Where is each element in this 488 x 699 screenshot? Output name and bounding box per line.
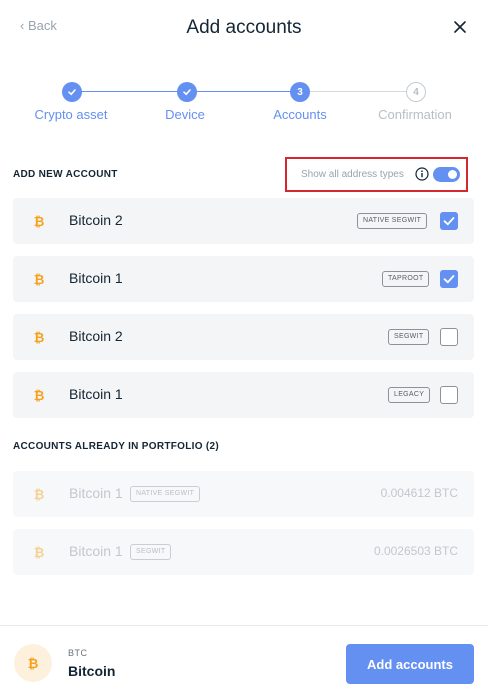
step-dot-accounts: 3 [290, 82, 310, 102]
step-label-device: Device [165, 107, 205, 122]
account-name: Bitcoin 2 [69, 328, 123, 344]
svg-text:₿: ₿ [34, 215, 45, 229]
svg-text:₿: ₿ [34, 273, 45, 287]
account-row[interactable]: ₿ Bitcoin 2 SEGWIT [13, 314, 474, 360]
address-type-badge: NATIVE SEGWIT [130, 486, 201, 502]
bitcoin-icon: ₿ [34, 389, 45, 403]
bitcoin-icon: ₿ [34, 273, 45, 287]
step-label-crypto-asset: Crypto asset [34, 107, 108, 122]
address-type-badge: TAPROOT [382, 271, 430, 287]
svg-text:₿: ₿ [34, 488, 45, 502]
stepper-line [72, 91, 187, 92]
account-row[interactable]: ₿ Bitcoin 1 LEGACY [13, 372, 474, 418]
step-dot-confirmation: 4 [406, 82, 426, 102]
show-all-address-types-control: Show all address types [285, 157, 468, 192]
bitcoin-icon: ₿ [28, 657, 39, 671]
check-icon [183, 89, 191, 96]
footer: ₿ BTC Bitcoin Add accounts [0, 625, 488, 699]
address-type-badge: NATIVE SEGWIT [357, 213, 428, 229]
header: ‹ Back Add accounts [0, 0, 488, 60]
bitcoin-icon: ₿ [34, 488, 45, 502]
address-type-badge: LEGACY [388, 387, 431, 403]
account-checkbox[interactable] [440, 212, 458, 230]
account-name: Bitcoin 1 [69, 386, 123, 402]
close-icon [454, 21, 466, 33]
add-accounts-button[interactable]: Add accounts [346, 644, 474, 684]
step-dot-crypto-asset [62, 82, 82, 102]
bitcoin-icon: ₿ [34, 331, 45, 345]
check-icon [443, 217, 455, 226]
svg-text:₿: ₿ [34, 389, 45, 403]
account-checkbox[interactable] [440, 328, 458, 346]
svg-text:₿: ₿ [28, 657, 39, 671]
account-balance: 0.004612 BTC [380, 486, 458, 500]
account-checkbox[interactable] [440, 270, 458, 288]
toggle-knob [448, 170, 457, 179]
show-all-address-types-toggle[interactable] [433, 167, 460, 182]
step-label-accounts: Accounts [273, 107, 327, 122]
svg-text:₿: ₿ [34, 546, 45, 560]
page-title: Add accounts [186, 17, 302, 38]
account-name: Bitcoin 1 [69, 270, 123, 286]
portfolio-account-row: ₿ Bitcoin 1 NATIVE SEGWIT 0.004612 BTC [13, 471, 474, 517]
svg-text:₿: ₿ [34, 331, 45, 345]
address-type-badge: SEGWIT [130, 544, 172, 560]
stepper-line [187, 91, 300, 92]
currency-ticker: BTC [68, 648, 88, 658]
account-row[interactable]: ₿ Bitcoin 2 NATIVE SEGWIT [13, 198, 474, 244]
close-button[interactable] [449, 16, 471, 38]
info-icon[interactable] [415, 167, 429, 181]
bitcoin-icon: ₿ [34, 546, 45, 560]
check-icon [68, 89, 76, 96]
account-balance: 0.0026503 BTC [373, 544, 458, 558]
portfolio-account-row: ₿ Bitcoin 1 SEGWIT 0.0026503 BTC [13, 529, 474, 575]
currency-avatar: ₿ [14, 644, 52, 682]
currency-name: Bitcoin [68, 663, 116, 679]
step-dot-device [177, 82, 197, 102]
show-all-address-types-label: Show all address types [301, 169, 404, 180]
bitcoin-icon: ₿ [34, 215, 45, 229]
account-row[interactable]: ₿ Bitcoin 1 TAPROOT [13, 256, 474, 302]
add-new-account-heading: ADD NEW ACCOUNT [13, 169, 118, 180]
step-label-confirmation: Confirmation [378, 107, 452, 122]
account-name: Bitcoin 2 [69, 212, 123, 228]
stepper-line [300, 91, 416, 92]
stepper: 3 4 Crypto asset Device Accounts Confirm… [0, 80, 488, 130]
account-checkbox[interactable] [440, 386, 458, 404]
portfolio-accounts-heading: ACCOUNTS ALREADY IN PORTFOLIO (2) [13, 441, 220, 452]
account-name: Bitcoin 1 [69, 543, 123, 559]
address-type-badge: SEGWIT [388, 329, 430, 345]
account-name: Bitcoin 1 [69, 485, 123, 501]
check-icon [443, 275, 455, 284]
